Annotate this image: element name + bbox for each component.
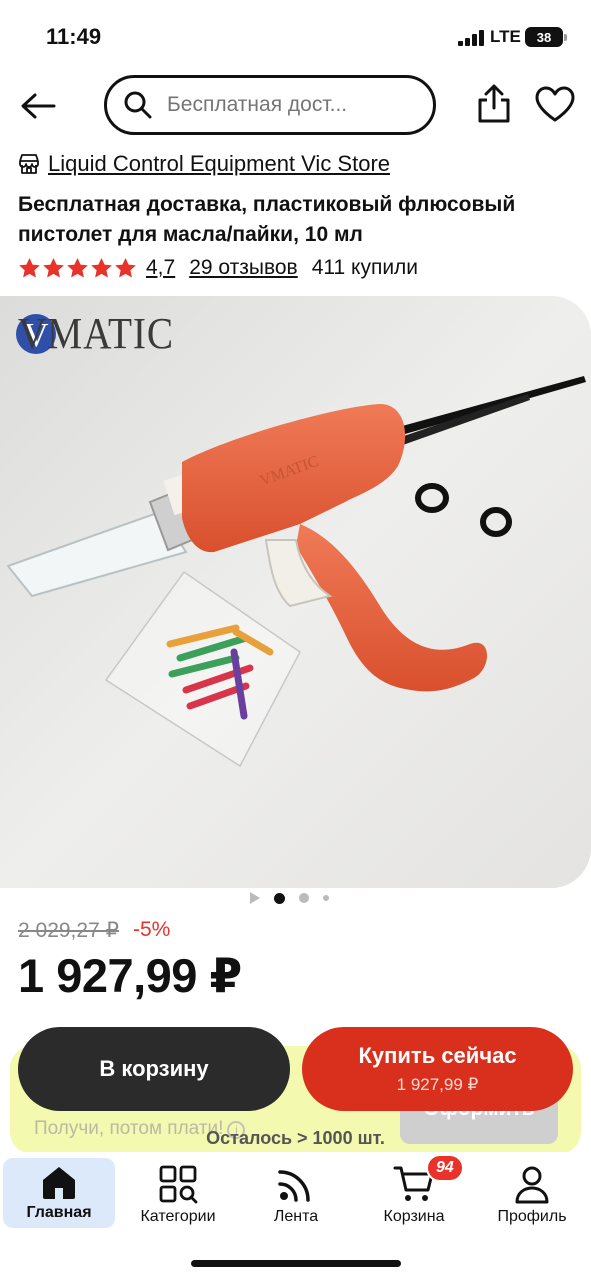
rating-stars: [18, 257, 138, 279]
signal-icon: [458, 30, 486, 46]
star-icon: [19, 257, 40, 278]
pager-dot: [323, 895, 329, 901]
back-arrow-icon: [21, 93, 56, 119]
heart-icon: [535, 86, 575, 122]
star-icon: [91, 257, 112, 278]
reviews-link[interactable]: 29 отзывов: [189, 256, 298, 280]
gallery-pager[interactable]: [250, 892, 343, 904]
search-input[interactable]: [167, 93, 407, 117]
categories-icon: [159, 1165, 198, 1204]
store-row[interactable]: Liquid Control Equipment Vic Store: [18, 151, 390, 177]
top-nav: [0, 72, 591, 138]
store-link[interactable]: Liquid Control Equipment Vic Store: [48, 151, 390, 177]
buy-now-price: 1 927,99 ₽: [396, 1075, 479, 1094]
star-icon: [43, 257, 64, 278]
pager-dot: [299, 893, 309, 903]
old-price-row: 2 029,27 ₽ -5%: [18, 918, 170, 943]
favorite-button[interactable]: [532, 82, 578, 126]
status-time: 11:49: [46, 24, 102, 49]
search-icon: [124, 91, 152, 119]
search-box[interactable]: [104, 75, 436, 135]
battery-level: 38: [536, 29, 552, 45]
tab-profile-label: Профиль: [497, 1208, 567, 1225]
profile-icon: [515, 1166, 549, 1204]
tab-cart-label: Корзина: [383, 1208, 445, 1225]
current-price: 1 927,99 ₽: [18, 949, 242, 1002]
home-indicator: [191, 1260, 401, 1267]
tab-categories[interactable]: Категории: [128, 1158, 228, 1228]
tab-home-label: Главная: [26, 1204, 92, 1221]
stock-info: Осталось > 1000 шт.: [206, 1128, 385, 1148]
network-type: LTE: [490, 27, 521, 46]
share-icon: [478, 84, 510, 123]
bought-count: 411 купили: [311, 256, 419, 279]
store-icon: [19, 154, 39, 174]
add-to-cart-label: В корзину: [99, 1056, 209, 1081]
back-button[interactable]: [16, 84, 60, 128]
rating-value[interactable]: 4,7: [146, 256, 175, 280]
status-bar: 11:49 LTE 38: [0, 0, 591, 72]
product-title: Бесплатная доставка, пластиковый флюсовы…: [18, 193, 516, 246]
tab-feed-label: Лента: [273, 1208, 319, 1225]
tab-profile[interactable]: Профиль: [486, 1158, 578, 1228]
battery-icon: 38: [525, 27, 567, 47]
rating-row: 4,7 29 отзывов 411 купили: [18, 256, 418, 280]
home-icon: [43, 1167, 75, 1199]
brand-logo: VMATIC: [18, 309, 174, 358]
tab-feed[interactable]: Лента: [248, 1158, 344, 1228]
product-photo: V VMATIC VMATIC: [0, 296, 591, 888]
tab-categories-label: Категории: [140, 1208, 216, 1225]
tab-home[interactable]: Главная: [3, 1158, 115, 1228]
feed-icon: [278, 1170, 310, 1202]
discount-badge: -5%: [132, 918, 171, 941]
star-icon: [67, 257, 88, 278]
add-to-cart-button[interactable]: В корзину: [18, 1027, 290, 1111]
pager-dot-active: [274, 892, 285, 904]
cart-count-badge: 94: [426, 1154, 464, 1182]
product-image[interactable]: V VMATIC VMATIC: [0, 296, 591, 888]
old-price: 2 029,27 ₽: [18, 919, 119, 942]
share-button[interactable]: [472, 82, 516, 126]
video-play-icon: [250, 892, 260, 904]
buy-now-button[interactable]: Купить сейчас 1 927,99 ₽: [302, 1027, 573, 1111]
star-icon: [115, 257, 136, 278]
buy-now-label: Купить сейчас: [358, 1043, 517, 1068]
